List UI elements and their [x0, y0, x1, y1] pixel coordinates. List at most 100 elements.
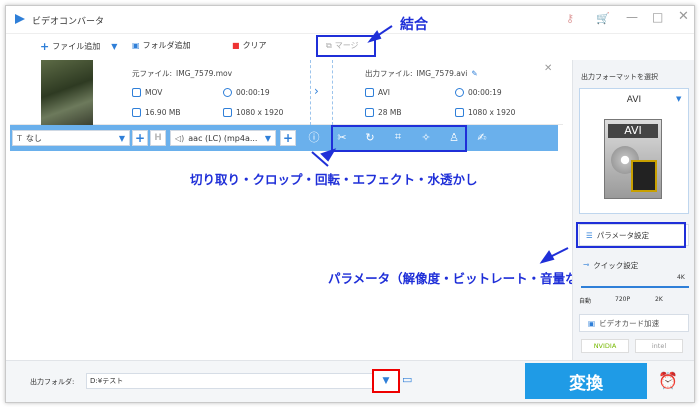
- src-format-value: MOV: [145, 88, 163, 97]
- add-folder-button[interactable]: ▣ フォルダ追加: [132, 40, 191, 51]
- right-panel: 出力フォーマットを選択 AVI ▼ AVI ☰ パラメータ設定 ⊸ クイック設定 4…: [572, 60, 694, 360]
- add-subtitle-button[interactable]: +: [132, 130, 148, 146]
- out-size-value: 28 MB: [378, 108, 402, 117]
- format-icon: [132, 88, 141, 97]
- out-resolution-value: 1080 x 1920: [468, 108, 516, 117]
- dropdown-arrow-icon: ▼: [264, 133, 271, 143]
- out-format-value: AVI: [378, 88, 390, 97]
- subtitle-edit-icon[interactable]: ✍: [474, 129, 490, 145]
- avi-label: AVI: [608, 124, 658, 138]
- src-duration-value: 00:00:19: [236, 88, 270, 97]
- output-label: 出力ファイル:: [365, 69, 413, 78]
- subtitle-value: なし: [25, 133, 42, 143]
- audio-value: aac (LC) (mp4a...: [188, 133, 258, 143]
- format-name: AVI: [626, 95, 642, 105]
- clock-icon: [455, 88, 464, 97]
- quick-settings-label-row: ⊸ クイック設定: [583, 260, 638, 271]
- convert-button[interactable]: 変換: [525, 363, 647, 399]
- remove-file-icon[interactable]: ✕: [544, 63, 552, 74]
- size-icon: [365, 108, 374, 117]
- merge-highlight-box: [316, 35, 376, 57]
- intel-badge: intel: [635, 339, 683, 353]
- chip-icon: ▣: [588, 318, 596, 328]
- maximize-button[interactable]: □: [652, 10, 663, 24]
- dropdown-arrow-icon: ▼: [676, 95, 682, 103]
- divider: [310, 60, 311, 125]
- src-format: MOV: [132, 88, 162, 97]
- clock-icon: [223, 88, 232, 97]
- dropdown-arrow-icon: ▼: [118, 133, 125, 143]
- format-selector[interactable]: AVI ▼ AVI: [579, 88, 689, 214]
- quality-4k[interactable]: 4K: [677, 274, 685, 281]
- out-format: AVI: [365, 88, 390, 97]
- source-label: 元ファイル:: [132, 69, 173, 78]
- hdr-button[interactable]: H: [150, 130, 166, 146]
- bottom-bar: 出力フォルダ: D:¥テスト ▼ ▭ 変換 ⏰: [6, 360, 694, 402]
- format-icon: [365, 88, 374, 97]
- annotation-edit-tools: 切り取り・クロップ・回転・エフェクト・水透かし: [190, 172, 478, 187]
- clear-label: クリア: [242, 41, 267, 50]
- key-icon[interactable]: ⚷: [566, 12, 574, 25]
- clear-button[interactable]: ■ クリア: [232, 40, 267, 51]
- info-icon[interactable]: ⓘ: [306, 129, 322, 145]
- out-size: 28 MB: [365, 108, 402, 117]
- nvidia-badge: NVIDIA: [581, 339, 629, 353]
- src-duration: 00:00:19: [223, 88, 270, 97]
- close-button[interactable]: ✕: [678, 9, 689, 24]
- cart-icon[interactable]: 🛒: [596, 12, 610, 25]
- title-bar: ビデオコンバータ ⚷ 🛒 — □ ✕: [6, 6, 694, 34]
- src-size-value: 16.90 MB: [145, 108, 181, 117]
- out-resolution: 1080 x 1920: [455, 108, 515, 117]
- quality-auto[interactable]: 自動: [579, 296, 591, 305]
- app-logo-icon: [15, 14, 25, 24]
- plus-icon: +: [40, 40, 50, 53]
- add-folder-label: フォルダ追加: [142, 41, 191, 50]
- output-file: 出力ファイル: IMG_7579.avi ✎: [365, 68, 478, 79]
- divider: [332, 60, 333, 125]
- src-size: 16.90 MB: [132, 108, 180, 117]
- add-file-button[interactable]: + ファイル追加 ▼: [40, 40, 117, 53]
- alarm-clock-icon[interactable]: ⏰: [658, 371, 678, 390]
- gpu-accel-label: ビデオカード加速: [599, 318, 660, 328]
- output-folder-field[interactable]: D:¥テスト: [86, 373, 376, 389]
- subtitle-select[interactable]: T なし ▼: [12, 130, 130, 146]
- add-file-label: ファイル追加: [52, 42, 101, 51]
- output-folder-label: 出力フォルダ:: [30, 378, 75, 386]
- source-filename: IMG_7579.mov: [176, 69, 233, 78]
- add-audio-button[interactable]: +: [280, 130, 296, 146]
- film-icon: [631, 160, 657, 192]
- src-resolution: 1080 x 1920: [223, 108, 283, 117]
- annotation-merge: 結合: [400, 17, 428, 33]
- resolution-icon: [455, 108, 464, 117]
- edit-toolbar: T なし ▼ + H ◁) aac (LC) (mp4a... ▼ + ⓘ ✂ ↻ ⌗ …: [10, 125, 558, 151]
- avi-file-icon: AVI: [604, 119, 662, 199]
- select-format-title: 出力フォーマットを選択: [581, 73, 658, 81]
- dropdown-arrow-icon[interactable]: ▼: [111, 42, 117, 51]
- slider-icon: ⊸: [583, 260, 590, 269]
- file-item: 元ファイル: IMG_7579.mov MOV 00:00:19 16.90 MB…: [10, 60, 563, 125]
- quality-720p[interactable]: 720P: [615, 296, 630, 303]
- text-icon: T: [17, 133, 22, 143]
- edit-tools-highlight-box: [331, 125, 467, 152]
- gpu-accel-button[interactable]: ▣ ビデオカード加速: [579, 314, 689, 332]
- resolution-icon: [223, 108, 232, 117]
- output-filename: IMG_7579.avi: [416, 69, 468, 78]
- src-resolution-value: 1080 x 1920: [236, 108, 284, 117]
- folder-dropdown-button[interactable]: ▼: [372, 369, 400, 393]
- edit-pencil-icon[interactable]: ✎: [471, 69, 477, 78]
- quality-slider[interactable]: [581, 286, 689, 288]
- open-folder-icon[interactable]: ▭: [402, 373, 412, 386]
- video-thumbnail[interactable]: [41, 60, 93, 125]
- out-duration-value: 00:00:19: [468, 88, 502, 97]
- quick-settings-label: クイック設定: [593, 261, 639, 270]
- window-title: ビデオコンバータ: [32, 17, 105, 27]
- source-file: 元ファイル: IMG_7579.mov: [132, 68, 232, 79]
- param-highlight-box: [576, 222, 686, 248]
- folder-icon: ▣: [132, 41, 140, 50]
- size-icon: [132, 108, 141, 117]
- out-duration: 00:00:19: [455, 88, 502, 97]
- arrow-right-icon: ›: [314, 84, 319, 98]
- minimize-button[interactable]: —: [626, 10, 638, 24]
- quality-2k[interactable]: 2K: [655, 296, 663, 303]
- audio-select[interactable]: ◁) aac (LC) (mp4a... ▼: [170, 130, 276, 146]
